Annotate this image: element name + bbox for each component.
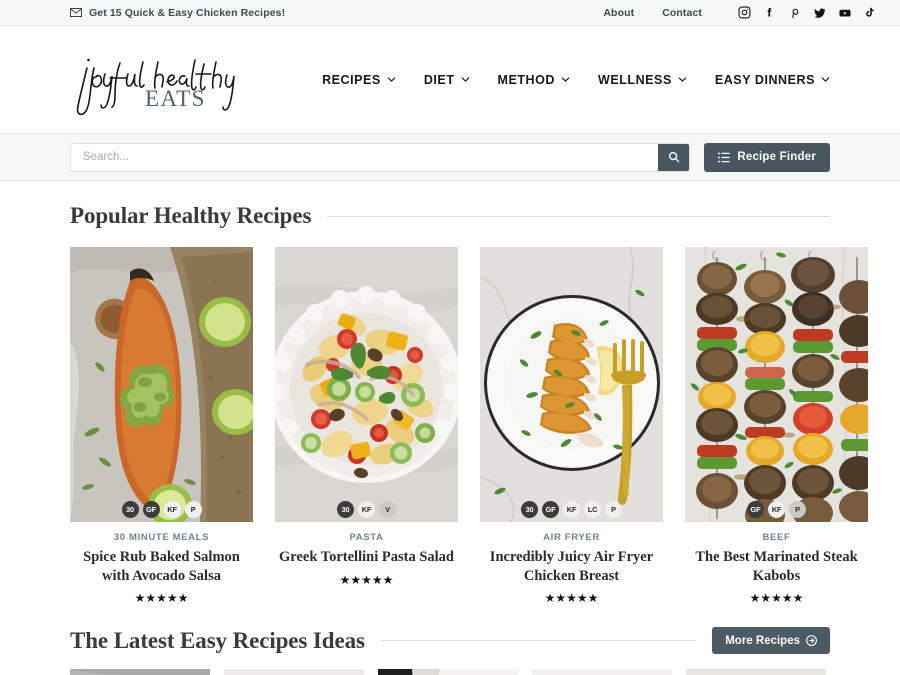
badge[interactable]: KF	[358, 501, 375, 518]
recipe-thumbnail-kabobs[interactable]: GF KF P	[685, 247, 868, 522]
pinterest-icon[interactable]	[782, 3, 807, 23]
badge[interactable]: GF	[542, 501, 559, 518]
recipe-title[interactable]: Greek Tortellini Pasta Salad	[275, 548, 458, 567]
site-header: EATS RECIPES DIET METHOD WELLNESS EASY D…	[0, 26, 900, 134]
latest-recipe-thumbnail[interactable]	[532, 669, 672, 675]
recipe-title[interactable]: Spice Rub Baked Salmon with Avocado Sals…	[70, 548, 253, 585]
toplink-about[interactable]: About	[589, 7, 648, 19]
latest-recipe-thumbnail[interactable]	[70, 669, 210, 675]
section-divider	[380, 640, 697, 642]
chevron-down-icon	[387, 77, 396, 82]
instagram-icon[interactable]	[732, 3, 757, 23]
recipe-thumbnail-chicken[interactable]: 30 GF KF LC P	[480, 247, 663, 522]
latest-recipe-thumbnail[interactable]	[378, 669, 518, 675]
more-recipes-label: More Recipes	[725, 634, 800, 647]
promo-link[interactable]: Get 15 Quick & Easy Chicken Recipes!	[70, 7, 285, 19]
nav-item-method[interactable]: METHOD	[484, 73, 584, 87]
recipe-category[interactable]: PASTA	[275, 532, 458, 543]
badge-group: 30 GF KF LC P	[480, 501, 663, 518]
arrow-circle-icon	[806, 635, 817, 647]
search-field-group	[70, 142, 691, 172]
popular-section-title: Popular Healthy Recipes	[70, 203, 312, 228]
recipe-title[interactable]: Incredibly Juicy Air Fryer Chicken Breas…	[480, 548, 663, 585]
toplink-contact[interactable]: Contact	[648, 7, 716, 19]
chevron-down-icon	[561, 77, 570, 82]
nav-label-recipes: RECIPES	[322, 72, 381, 87]
recipe-title[interactable]: The Best Marinated Steak Kabobs	[685, 548, 868, 585]
chevron-down-icon	[461, 77, 470, 82]
popular-recipes-section: Popular Healthy Recipes 30 GF KF P 30 MI…	[0, 181, 900, 605]
popular-recipes-grid: 30 GF KF P 30 MINUTE MEALS Spice Rub Bak…	[70, 247, 868, 605]
badge[interactable]: 30	[337, 501, 354, 518]
facebook-icon[interactable]	[757, 3, 782, 23]
nav-label-diet: DIET	[423, 72, 455, 87]
badge[interactable]: KF	[768, 501, 785, 518]
recipe-finder-label: Recipe Finder	[737, 151, 816, 163]
recipe-card[interactable]: 30 KF V PASTA Greek Tortellini Pasta Sal…	[275, 247, 458, 605]
latest-recipes-section: The Latest Easy Recipes Ideas More Recip…	[0, 605, 900, 675]
recipe-thumbnail-pasta[interactable]: 30 KF V	[275, 247, 458, 522]
recipe-card[interactable]: 30 GF KF P 30 MINUTE MEALS Spice Rub Bak…	[70, 247, 253, 605]
nav-label-wellness: WELLNESS	[597, 72, 672, 87]
recipe-rating-stars: ★★★★★	[544, 591, 599, 606]
badge[interactable]: 30	[121, 501, 139, 518]
recipe-card[interactable]: GF KF P BEEF The Best Marinated Steak Ka…	[685, 247, 868, 605]
recipe-category[interactable]: BEEF	[685, 532, 868, 543]
badge[interactable]: LC	[584, 501, 601, 518]
section-divider	[327, 215, 830, 217]
badge[interactable]: GF	[142, 501, 160, 518]
recipe-thumbnail-salmon[interactable]: 30 GF KF P	[70, 247, 253, 522]
search-bar: Recipe Finder	[0, 134, 900, 181]
youtube-icon[interactable]	[832, 3, 857, 23]
social-links	[732, 3, 882, 23]
search-input[interactable]	[71, 143, 659, 171]
latest-recipe-thumbnail[interactable]	[686, 669, 826, 675]
badge[interactable]: KF	[163, 501, 181, 518]
nav-item-wellness[interactable]: WELLNESS	[584, 73, 701, 87]
latest-recipes-grid	[70, 669, 830, 675]
nav-item-recipes[interactable]: RECIPES	[308, 73, 410, 87]
latest-section-title: The Latest Easy Recipes Ideas	[70, 627, 365, 653]
badge[interactable]: P	[789, 501, 806, 518]
list-icon	[718, 151, 731, 163]
badge-group: GF KF P	[685, 501, 868, 518]
chevron-down-icon	[821, 77, 830, 82]
recipe-category[interactable]: 30 MINUTE MEALS	[70, 532, 253, 543]
badge[interactable]: GF	[747, 501, 764, 518]
recipe-rating-stars: ★★★★★	[134, 591, 189, 606]
recipe-rating-stars: ★★★★★	[339, 572, 394, 587]
recipe-finder-button[interactable]: Recipe Finder	[704, 142, 830, 172]
tiktok-icon[interactable]	[857, 3, 882, 23]
recipe-card[interactable]: 30 GF KF LC P AIR FRYER Incredibly Juicy…	[480, 247, 663, 605]
latest-section-header: The Latest Easy Recipes Ideas More Recip…	[70, 605, 830, 655]
badge[interactable]: P	[184, 501, 202, 518]
envelope-icon	[70, 8, 82, 17]
latest-recipe-thumbnail[interactable]	[224, 669, 364, 675]
twitter-icon[interactable]	[807, 3, 832, 23]
recipe-category[interactable]: AIR FRYER	[480, 532, 663, 543]
search-submit-button[interactable]	[658, 143, 690, 171]
main-navigation: RECIPES DIET METHOD WELLNESS EASY DINNER…	[308, 73, 830, 87]
site-logo[interactable]: EATS	[70, 38, 260, 122]
badge[interactable]: 30	[521, 501, 538, 518]
search-icon	[668, 151, 680, 163]
nav-item-diet[interactable]: DIET	[410, 73, 484, 87]
badge-group: 30 KF V	[275, 501, 458, 518]
promo-label: Get 15 Quick & Easy Chicken Recipes!	[89, 6, 286, 19]
topbar-right-group: About Contact	[589, 3, 882, 23]
recipe-rating-stars: ★★★★★	[749, 591, 804, 606]
nav-label-method: METHOD	[497, 72, 555, 87]
nav-item-easy-dinners[interactable]: EASY DINNERS	[701, 73, 830, 87]
badge[interactable]: V	[379, 501, 396, 518]
badge[interactable]: KF	[563, 501, 580, 518]
popular-section-header: Popular Healthy Recipes	[70, 181, 830, 229]
badge[interactable]: P	[605, 501, 622, 518]
badge-group: 30 GF KF P	[70, 501, 253, 518]
top-utility-bar: Get 15 Quick & Easy Chicken Recipes! Abo…	[0, 0, 900, 26]
nav-label-easy-dinners: EASY DINNERS	[714, 72, 815, 87]
more-recipes-button[interactable]: More Recipes	[712, 627, 830, 655]
chevron-down-icon	[678, 77, 687, 82]
svg-text:EATS: EATS	[145, 86, 206, 111]
